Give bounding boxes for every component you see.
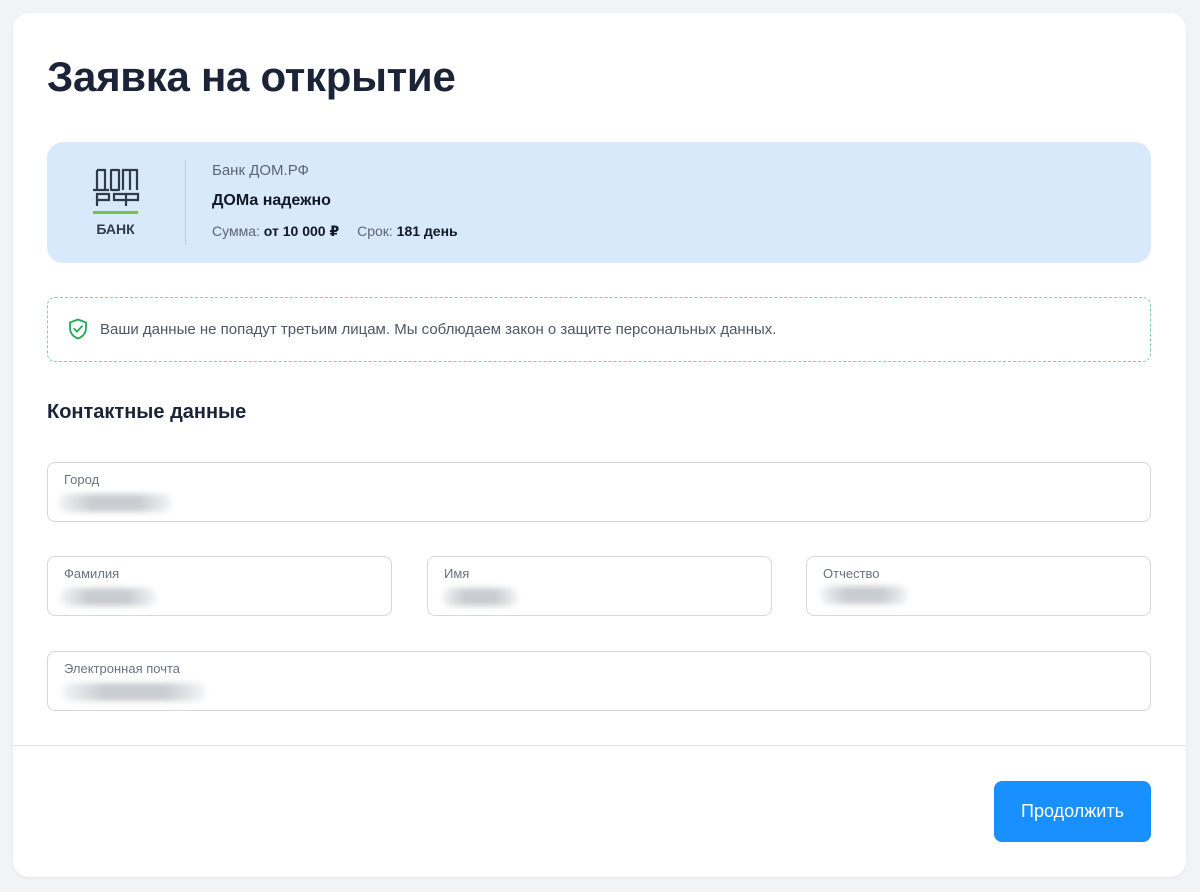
- bank-name: Банк ДОМ.РФ: [212, 162, 309, 179]
- patronymic-value-redacted: [820, 586, 908, 604]
- bank-logo-text: БАНК: [96, 221, 135, 237]
- city-value-redacted: [58, 494, 172, 512]
- term-label: Срок:: [357, 223, 393, 239]
- term-value: 181 день: [396, 223, 458, 239]
- contacts-section-title: Контактные данные: [47, 401, 247, 423]
- first-name-label: Имя: [444, 566, 470, 581]
- footer-divider: [13, 745, 1186, 746]
- last-name-field[interactable]: Фамилия: [47, 556, 392, 616]
- email-value-redacted: [62, 683, 206, 701]
- patronymic-field[interactable]: Отчество: [806, 556, 1151, 616]
- patronymic-label: Отчество: [823, 566, 880, 581]
- bank-logo: БАНК: [93, 168, 140, 237]
- first-name-field[interactable]: Имя: [427, 556, 772, 616]
- city-label: Город: [64, 472, 100, 487]
- privacy-text: Ваши данные не попадут третьим лицам. Мы…: [100, 321, 777, 338]
- amount-label: Сумма:: [212, 223, 260, 239]
- last-name-value-redacted: [60, 588, 156, 606]
- application-card: Заявка на открытие БАНК Банк ДОМ.РФ ДОМа…: [13, 13, 1186, 877]
- first-name-value-redacted: [442, 588, 518, 606]
- product-name: ДОМа надежно: [212, 192, 331, 209]
- page-title: Заявка на открытие: [47, 53, 456, 100]
- email-label: Электронная почта: [64, 661, 181, 676]
- shield-check-icon: [69, 318, 87, 340]
- city-field[interactable]: Город: [47, 462, 1151, 522]
- bank-divider: [185, 160, 186, 245]
- email-field[interactable]: Электронная почта: [47, 651, 1151, 711]
- amount-value: от 10 000 ₽: [263, 223, 340, 239]
- bank-offer-panel: БАНК Банк ДОМ.РФ ДОМа надежно Сумма: от …: [47, 142, 1151, 263]
- privacy-notice: Ваши данные не попадут третьим лицам. Мы…: [47, 297, 1151, 362]
- offer-terms: Сумма: от 10 000 ₽ Срок: 181 день: [212, 223, 458, 240]
- last-name-label: Фамилия: [64, 566, 120, 581]
- bank-info: Банк ДОМ.РФ ДОМа надежно Сумма: от 10 00…: [212, 162, 458, 240]
- continue-button[interactable]: Продолжить: [994, 781, 1151, 842]
